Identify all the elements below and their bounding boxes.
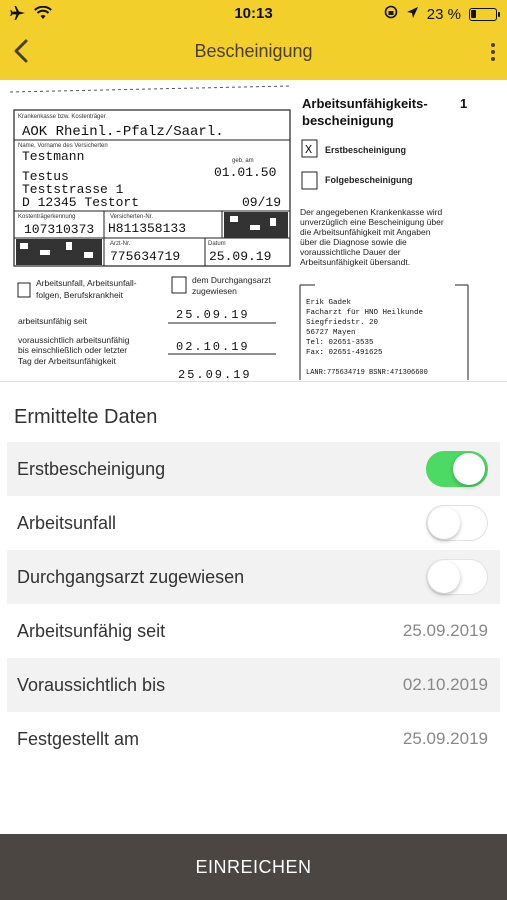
stamp-line-2: Facharzt für HNO Heilkunde — [306, 309, 423, 317]
arbeitsunfall-toggle[interactable] — [426, 505, 488, 541]
more-vertical-icon[interactable] — [489, 40, 497, 64]
field-value: 02.10.2019 — [402, 675, 488, 694]
field-row-voraussichtlich-bis[interactable]: Voraussichtlich bis 02.10.2019 — [7, 658, 500, 712]
notice-4: über die Diagnose sowie die — [300, 237, 407, 247]
copy-number: 1 — [460, 96, 467, 111]
battery-text: 23 % — [426, 5, 461, 23]
nav-bar: Bescheinigung — [0, 28, 507, 78]
dob-label: geb. am — [232, 158, 254, 164]
field-row-arbeitsunfaehig-seit[interactable]: Arbeitsunfähig seit 25.09.2019 — [7, 604, 500, 658]
field-label: Arbeitsunfähig seit — [17, 620, 166, 641]
stamp-line-3: Siegfriedstr. 20 — [306, 319, 379, 327]
insured-no: H811358133 — [108, 221, 186, 236]
insurance-name: AOK Rheinl.-Pfalz/Saarl. — [22, 124, 224, 140]
toggle-label: Durchgangsarzt zugewiesen — [17, 566, 245, 587]
toggle-knob — [453, 453, 485, 485]
date-label: Datum — [208, 241, 226, 247]
last-name: Testmann — [22, 149, 84, 164]
stamp-line-6: Fax: 02651-491625 — [306, 349, 383, 357]
expected-label-3: Tag der Arbeitsunfähigkeit — [18, 356, 116, 366]
valid-until: 09/19 — [242, 195, 281, 210]
stamp-line-4: 56727 Mayen — [306, 329, 356, 337]
insured-no-label: Versicherten-Nr. — [110, 214, 153, 220]
stamp-line-8: LANR:775634719 BSNR:471306600 — [306, 369, 428, 377]
accident-label-1: Arbeitsunfall, Arbeitsunfall- — [36, 278, 137, 288]
durchgangsarzt-toggle[interactable] — [426, 559, 488, 595]
expected-date: 02.10.19 — [176, 340, 250, 354]
field-row-festgestellt-am[interactable]: Festgestellt am 25.09.2019 — [7, 712, 500, 766]
durchgang-label-1: dem Durchgangsarzt — [192, 275, 272, 285]
toggle-knob — [428, 507, 460, 539]
toggle-label: Arbeitsunfall — [17, 512, 117, 533]
doctor-no-label: Arzt-Nr. — [110, 241, 131, 247]
lock-rotation-icon — [384, 5, 398, 23]
durchgang-label-2: zugewiesen — [192, 286, 237, 296]
stamp-line-1: Erik Gadek — [306, 299, 352, 307]
notice-3: die Arbeitsunfähigkeit mit Angaben — [300, 227, 431, 237]
section-title: Ermittelte Daten — [14, 406, 158, 428]
document-scan: Krankenkasse bzw. Kostenträger AOK Rhein… — [0, 80, 507, 382]
toggle-row-durchgangsarzt: Durchgangsarzt zugewiesen — [7, 550, 500, 604]
unable-since: 25.09.19 — [176, 308, 250, 322]
kk-id-label: Kostenträgerkennung — [18, 214, 75, 220]
notice-6: Arbeitsunfähigkeit übersandt. — [300, 257, 410, 267]
erstbescheinigung-toggle[interactable] — [426, 451, 488, 487]
accident-label-2: folgen, Berufskrankheit — [36, 290, 124, 300]
notice-2: unverzüglich eine Bescheinigung über — [300, 217, 444, 227]
toggle-knob — [428, 561, 460, 593]
expected-label-1: voraussichtlich arbeitsunfähig — [18, 335, 130, 345]
top-bar: 10:13 23 % Bescheinigung — [0, 0, 507, 80]
status-bar: 10:13 23 % — [0, 0, 507, 28]
results-list: Erstbescheinigung Arbeitsunfall Durchgan… — [0, 442, 507, 766]
folge-label: Folgebescheinigung — [325, 175, 413, 185]
toggle-label: Erstbescheinigung — [17, 458, 166, 479]
toggle-row-arbeitsunfall: Arbeitsunfall — [7, 496, 500, 550]
doctor-no: 775634719 — [110, 249, 180, 264]
toggle-row-erstbescheinigung: Erstbescheinigung — [7, 442, 500, 496]
city: D 12345 Testort — [22, 195, 139, 210]
notice-1: Der angegebenen Krankenkasse wird — [300, 207, 443, 217]
insurance-label: Krankenkasse bzw. Kostenträger — [18, 114, 106, 120]
determined-date: 25.09.19 — [178, 368, 252, 382]
field-label: Voraussichtlich bis — [17, 674, 166, 695]
erst-mark: X — [305, 143, 312, 157]
stamp-line-5: Tel: 02651-3535 — [306, 339, 374, 347]
kk-id: 107310373 — [24, 222, 94, 237]
doc-title-2: bescheinigung — [302, 113, 394, 128]
submit-button[interactable]: EINREICHEN — [0, 834, 507, 900]
erst-label: Erstbescheinigung — [325, 145, 406, 155]
battery-icon — [469, 7, 500, 21]
doc-date: 25.09.19 — [209, 249, 271, 264]
field-value: 25.09.2019 — [402, 621, 488, 640]
notice-5: voraussichtliche Dauer der — [300, 247, 401, 257]
doc-title-1: Arbeitsunfähigkeits- — [302, 96, 428, 111]
page-title: Bescheinigung — [194, 41, 313, 61]
form-left-block: Krankenkasse bzw. Kostenträger AOK Rhein… — [9, 85, 291, 382]
field-label: Festgestellt am — [17, 728, 140, 749]
form-right-block: Arbeitsunfähigkeits- bescheinigung 1 X E… — [299, 96, 469, 380]
location-icon — [406, 6, 419, 23]
expected-label-2: bis einschließlich oder letzter — [18, 345, 127, 355]
unable-since-label: arbeitsunfähig seit — [18, 316, 88, 326]
field-value: 25.09.2019 — [402, 729, 488, 748]
dob: 01.01.50 — [214, 165, 276, 180]
